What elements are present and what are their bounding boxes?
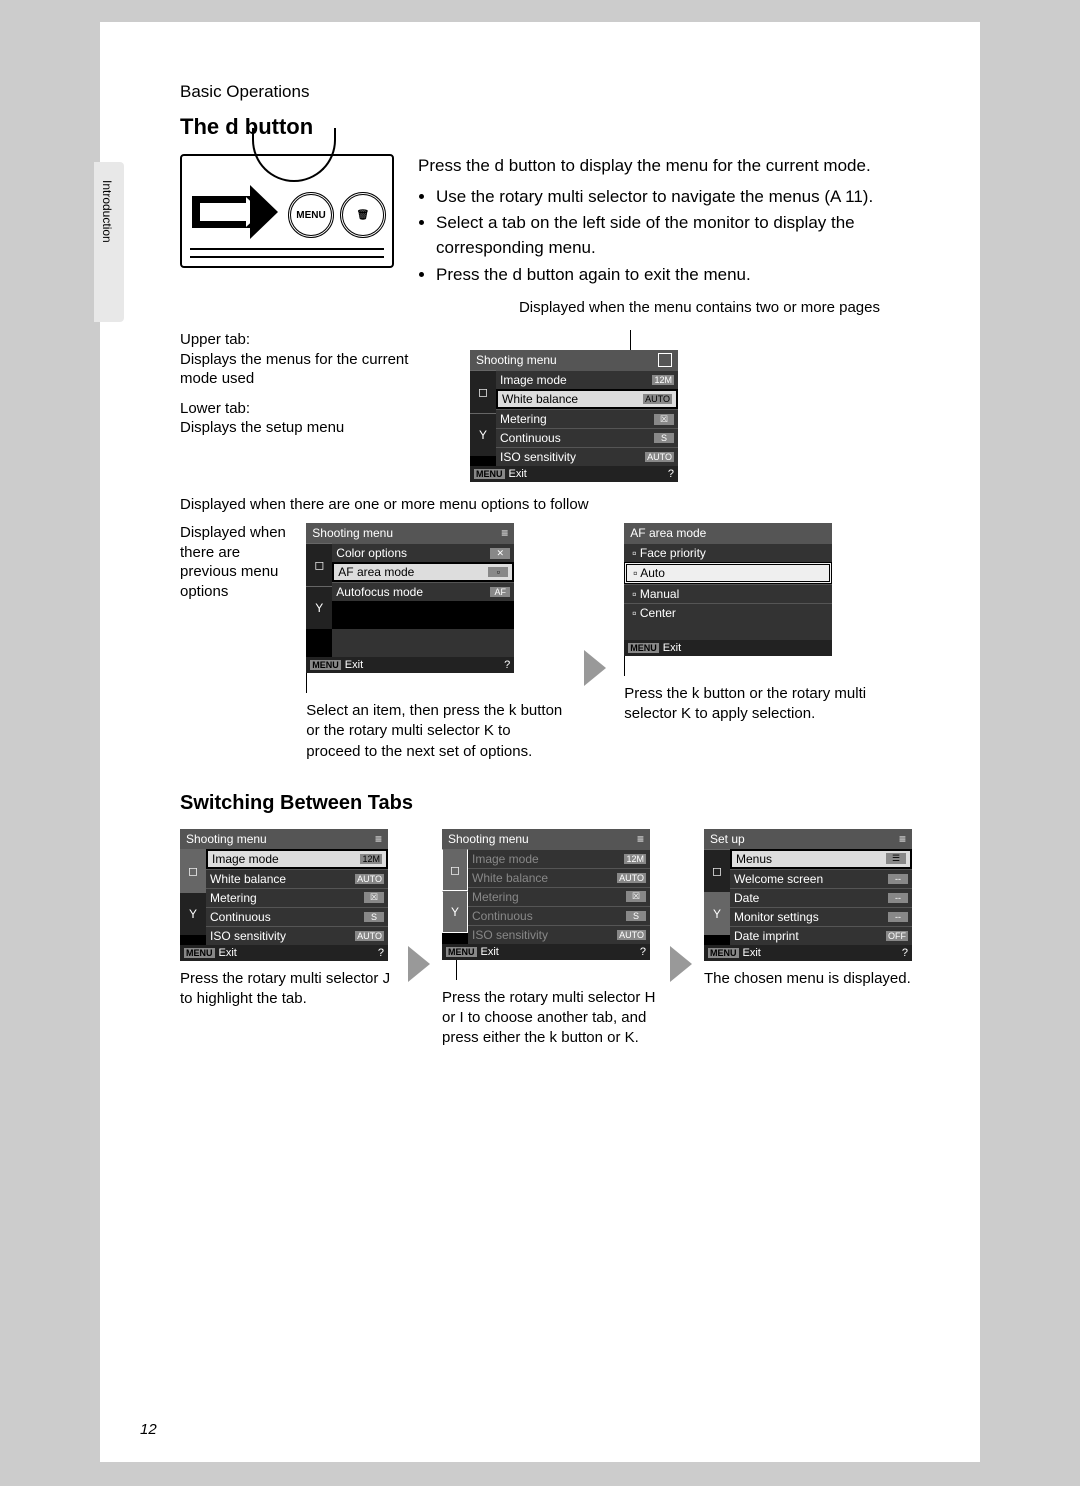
lower-tab-icon: Y — [704, 892, 730, 935]
caption-step-1: Press the rotary multi selector J to hig… — [180, 969, 396, 1010]
screen-shooting-menu-1: Shooting menu ◻ Y Image mode12MWhite bal… — [470, 350, 678, 482]
menu-item: ▫ Center — [624, 603, 832, 622]
caption-apply: Press the k button or the rotary multi s… — [624, 684, 920, 725]
screen-tabs-step-1: Shooting menu≡ ◻Y Image mode12MWhite bal… — [180, 829, 388, 961]
bullet: Select a tab on the left side of the mon… — [436, 211, 920, 260]
intro-text: Press the d button to display the menu f… — [418, 154, 920, 293]
arrow-right-icon — [670, 946, 692, 982]
upper-tab-icon: ◻ — [180, 849, 206, 892]
trash-button-icon: 🗑 — [340, 192, 386, 238]
menu-item: Metering☒ — [468, 887, 650, 906]
decor-line — [190, 256, 384, 258]
menu-item: ▫ Auto — [624, 562, 832, 584]
chapter-label: Introduction — [100, 180, 114, 243]
heading-switching-tabs: Switching Between Tabs — [180, 792, 920, 815]
leader-line — [630, 330, 678, 350]
lower-tab-icon: Y — [470, 413, 496, 456]
menu-item: Image mode12M — [206, 849, 388, 869]
menu-item: White balanceAUTO — [496, 389, 678, 409]
menu-item: Date-- — [730, 888, 912, 907]
bullet: Press the d button again to exit the men… — [436, 263, 920, 288]
menu-item: Welcome screen-- — [730, 869, 912, 888]
scroll-icon: ≡ — [501, 526, 508, 540]
camera-illustration: MENU 🗑 — [180, 154, 394, 268]
leader-line — [624, 656, 920, 676]
menu-item: Image mode12M — [496, 370, 678, 389]
anno-follow: Displayed when there are one or more men… — [180, 496, 920, 513]
screen-tabs-step-3: Set up≡ ◻Y Menus☰Welcome screen--Date--M… — [704, 829, 912, 961]
scroll-icon: ≡ — [637, 832, 644, 846]
arrow-right-icon — [584, 650, 606, 686]
menu-item: ISO sensitivityAUTO — [496, 447, 678, 466]
menu-item: Menus☰ — [730, 849, 912, 869]
menu-item: AF area mode▫ — [332, 562, 514, 582]
anno-lower-tab: Lower tab: Displays the setup menu — [180, 399, 420, 438]
lower-tab-highlighted: Y — [442, 891, 468, 933]
menu-item: Color options✕ — [332, 543, 514, 562]
menu-item: Metering☒ — [496, 409, 678, 428]
caption-step-2: Press the rotary multi selector H or I t… — [442, 988, 658, 1049]
menu-item: Date imprintOFF — [730, 926, 912, 945]
anno-upper-tab: Upper tab: Displays the menus for the cu… — [180, 330, 420, 389]
screen-tabs-step-2: Shooting menu≡ ◻Y Image mode12MWhite bal… — [442, 829, 650, 960]
screen-af-area-mode: AF area mode ▫ Face priority▫ Auto▫ Manu… — [624, 523, 832, 656]
section-label: Basic Operations — [180, 82, 920, 102]
menu-item: White balanceAUTO — [468, 868, 650, 887]
menu-item: ContinuousS — [468, 906, 650, 925]
decor-line — [190, 248, 384, 250]
bullet: Use the rotary multi selector to navigat… — [436, 185, 920, 210]
upper-tab-icon: ◻ — [306, 543, 332, 586]
scroll-icon: ≡ — [899, 832, 906, 846]
pointer-arrow-icon — [192, 190, 278, 234]
page-indicator-icon — [658, 353, 672, 367]
menu-item: ContinuousS — [496, 428, 678, 447]
caption-select-item: Select an item, then press the k button … — [306, 701, 566, 762]
upper-tab-highlighted: ◻ — [442, 849, 468, 891]
screen-shooting-menu-2: Shooting menu≡ ◻ Y Color options✕AF area… — [306, 523, 514, 673]
anno-pages: Displayed when the menu contains two or … — [180, 299, 880, 316]
lower-tab-icon: Y — [180, 892, 206, 935]
chapter-tab: Introduction — [94, 162, 124, 322]
scroll-icon: ≡ — [375, 832, 382, 846]
menu-item: ContinuousS — [206, 907, 388, 926]
menu-button-icon: MENU — [288, 192, 334, 238]
manual-page: Introduction Basic Operations The d butt… — [100, 22, 980, 1462]
menu-item: White balanceAUTO — [206, 869, 388, 888]
caption-step-3: The chosen menu is displayed. — [704, 969, 920, 989]
menu-item: Autofocus modeAF — [332, 582, 514, 601]
menu-item: Monitor settings-- — [730, 907, 912, 926]
upper-tab-icon: ◻ — [470, 370, 496, 413]
mode-dial-icon — [252, 128, 336, 182]
menu-item: ▫ Manual — [624, 584, 832, 603]
menu-item: ISO sensitivityAUTO — [206, 926, 388, 945]
arrow-right-icon — [408, 946, 430, 982]
menu-item: ▫ Face priority — [624, 543, 832, 562]
menu-item: Image mode12M — [468, 849, 650, 868]
leader-line — [456, 960, 658, 980]
upper-tab-icon: ◻ — [704, 849, 730, 892]
lower-tab-icon: Y — [306, 586, 332, 629]
menu-item: Metering☒ — [206, 888, 388, 907]
anno-previous: Displayed when there are previous menu o… — [180, 523, 288, 601]
leader-line — [306, 673, 566, 693]
page-number: 12 — [140, 1421, 157, 1438]
menu-item: ISO sensitivityAUTO — [468, 925, 650, 944]
